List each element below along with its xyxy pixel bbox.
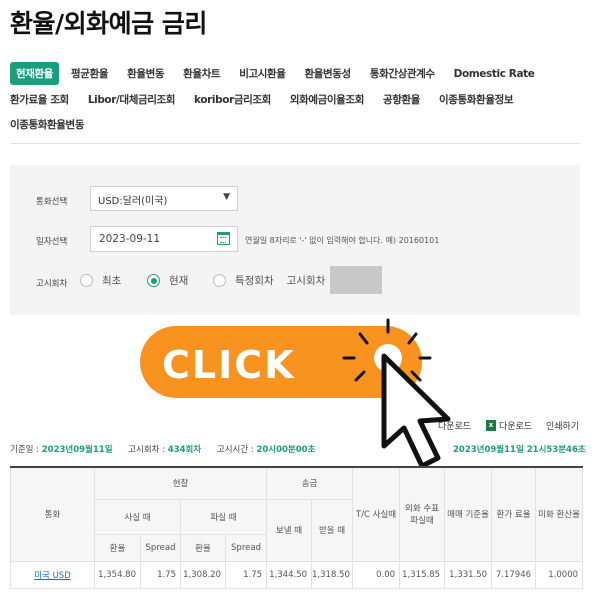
date-label: 일자선택 xyxy=(36,237,68,247)
header-buy-spread: Spread xyxy=(140,533,181,562)
cash-sell-spread-cell: 1.75 xyxy=(224,560,268,589)
click-banner-text: CLICK xyxy=(162,343,296,387)
radio-specific-icon[interactable] xyxy=(213,274,226,287)
date-input[interactable]: 2023-09-11 xyxy=(90,226,238,252)
tab-libor[interactable]: Libor/대체금리조회 xyxy=(88,92,176,107)
time-info-label: 고시시간 : xyxy=(216,445,254,455)
header-base-rate: 매매 기준율 xyxy=(444,466,493,562)
conv-rate-cell: 7.17946 xyxy=(491,560,537,589)
rate-table: 통화 현찰 송금 T/C 사실때 외화 수표 파실때 매매 기준율 환가 료율 … xyxy=(10,466,584,589)
header-send: 보낼 때 xyxy=(266,498,313,562)
date-hint: 연월일 8자리로 '-' 없이 입력해야 합니다. 예) 20160101 xyxy=(245,236,440,245)
radio-first[interactable]: 최초 xyxy=(80,273,121,288)
header-cash-sell: 파실 때 xyxy=(179,498,268,535)
radio-current[interactable]: 현재 xyxy=(147,273,188,288)
currency-select[interactable]: USD:달러(미국) ▼ xyxy=(90,186,238,211)
table-row: 미국 USD 1,354.80 1.75 1,308.20 1.75 1,344… xyxy=(10,560,584,589)
header-buy-rate: 환율 xyxy=(94,533,141,562)
header-sell-spread: Spread xyxy=(224,533,268,562)
cash-sell-cell: 1,308.20 xyxy=(180,560,226,589)
date-value: 2023-09-11 xyxy=(99,233,161,245)
tab-conversion-rate[interactable]: 환가료율 조회 xyxy=(10,92,69,107)
header-cash-buy: 사실 때 xyxy=(94,498,181,535)
tab-cross-rate-info[interactable]: 이종통화환율정보 xyxy=(439,92,513,107)
tab-rate-chart[interactable]: 환율차트 xyxy=(183,66,220,81)
header-cheque: 외화 수표 파실때 xyxy=(399,466,446,562)
header-conv-rate: 환가 료율 xyxy=(491,466,537,562)
currency-link[interactable]: 미국 USD xyxy=(10,560,95,589)
header-cash: 현찰 xyxy=(93,466,268,500)
round-input-label: 고시회차 xyxy=(286,275,326,287)
tab-average-rate[interactable]: 평균환율 xyxy=(71,66,108,81)
radio-first-label: 최초 xyxy=(102,275,122,287)
header-remit: 송금 xyxy=(266,466,354,500)
radio-current-icon[interactable] xyxy=(147,274,160,287)
currency-select-value: USD:달러(미국) xyxy=(98,196,168,207)
tab-current-rate[interactable]: 현재환율 xyxy=(10,62,60,85)
tab-airport-rate[interactable]: 공항환율 xyxy=(383,92,420,107)
lookup-time-value: 2023년09월11일 21시53분46초 xyxy=(453,445,586,455)
send-cell: 1,344.50 xyxy=(266,560,313,589)
header-currency: 통화 xyxy=(10,466,95,562)
print-label: 인쇄하기 xyxy=(546,422,580,432)
divider xyxy=(10,143,580,144)
download-2-label: 다운로드 xyxy=(499,422,533,432)
base-date-label: 기준일 : xyxy=(10,445,40,455)
header-receive: 받을 때 xyxy=(311,498,354,562)
tc-cell: 0.00 xyxy=(352,560,401,589)
tab-volatility[interactable]: 환율변동성 xyxy=(305,66,352,81)
round-input[interactable] xyxy=(330,266,382,294)
download-1[interactable]: 다운로드 xyxy=(438,419,471,432)
download-1-label: 다운로드 xyxy=(438,422,472,432)
base-date-info: 기준일 : 2023년09월11일 고시회차 : 434회차 고시시간 : 20… xyxy=(10,443,315,455)
search-panel: 통화선택 USD:달러(미국) ▼ 일자선택 2023-09-11 연월일 8자… xyxy=(10,165,580,315)
page-title: 환율/외화예금 금리 xyxy=(10,9,207,38)
tab-correlation[interactable]: 통화간상관계수 xyxy=(370,66,435,81)
time-info-value: 20시00분00초 xyxy=(256,445,316,455)
lookup-time-info: 2023년09월11일 21시53분46초 xyxy=(453,443,586,455)
currency-label: 통화선택 xyxy=(36,197,68,207)
cash-buy-spread-cell: 1.75 xyxy=(140,560,181,589)
chevron-down-icon: ▼ xyxy=(223,192,230,202)
tab-rate-change[interactable]: 환율변동 xyxy=(127,66,164,81)
download-2[interactable]: x 다운로드 xyxy=(486,419,532,432)
radio-first-icon[interactable] xyxy=(80,274,93,287)
tab-row-3: 이종통화환율변동 xyxy=(10,117,103,132)
round-info-label: 고시회차 : xyxy=(128,445,166,455)
tab-cross-rate-change[interactable]: 이종통화환율변동 xyxy=(10,117,84,132)
usd-rate-cell: 1.0000 xyxy=(535,560,584,589)
cheque-cell: 1,315.85 xyxy=(399,560,446,589)
excel-icon: x xyxy=(486,420,496,431)
header-usd-rate: 미화 환산율 xyxy=(535,466,584,562)
round-label: 고시회차 xyxy=(36,279,68,289)
round-info-value: 434회차 xyxy=(167,445,202,455)
header-tc: T/C 사실때 xyxy=(352,466,401,562)
print-button[interactable]: 인쇄하기 xyxy=(546,419,579,432)
tab-koribor[interactable]: koribor금리조회 xyxy=(194,92,271,107)
receive-cell: 1,318.50 xyxy=(311,560,354,589)
radio-specific[interactable]: 특정회차 고시회차 xyxy=(213,273,325,288)
cash-buy-cell: 1,354.80 xyxy=(94,560,141,589)
tab-unofficial-rate[interactable]: 비고시환율 xyxy=(239,66,286,81)
tab-row-1: 현재환율 평균환율 환율변동 환율차트 비고시환율 환율변동성 통화간상관계수 … xyxy=(10,62,554,85)
base-date-value: 2023년09월11일 xyxy=(41,445,113,455)
tab-domestic-rate[interactable]: Domestic Rate xyxy=(454,68,535,80)
calendar-icon[interactable] xyxy=(217,232,230,245)
tab-deposit-rate[interactable]: 외화예금이율조회 xyxy=(290,92,364,107)
radio-specific-label: 특정회차 xyxy=(235,275,274,287)
base-rate-cell: 1,331.50 xyxy=(444,560,493,589)
header-sell-rate: 환율 xyxy=(180,533,226,562)
tab-row-2: 환가료율 조회 Libor/대체금리조회 koribor금리조회 외화예금이율조… xyxy=(10,92,532,107)
radio-current-label: 현재 xyxy=(169,275,189,287)
